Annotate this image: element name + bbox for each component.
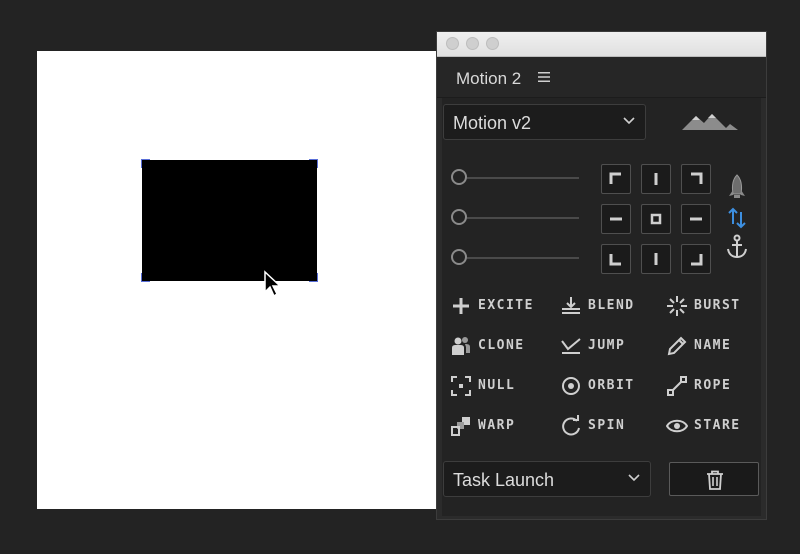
hamburger-menu-icon[interactable] bbox=[538, 71, 550, 83]
anchor-top-left-button[interactable] bbox=[601, 164, 631, 194]
slider-track[interactable] bbox=[467, 217, 579, 219]
task-select-value: Task Launch bbox=[453, 470, 555, 490]
vertical-bar-icon bbox=[654, 173, 658, 185]
anchor-top-right-button[interactable] bbox=[681, 164, 711, 194]
task-select[interactable]: Task Launch bbox=[443, 461, 651, 497]
preset-select-value: Motion v2 bbox=[453, 113, 532, 133]
tool-label: JUMP bbox=[588, 338, 626, 353]
slider-knob[interactable] bbox=[451, 209, 467, 225]
tool-excite[interactable]: EXCITE bbox=[450, 294, 550, 318]
selection-handle-top-right[interactable] bbox=[309, 159, 318, 168]
delete-button[interactable] bbox=[669, 462, 759, 496]
chevron-down-icon bbox=[623, 117, 635, 125]
corner-top-right-icon bbox=[691, 172, 703, 184]
spin-icon bbox=[562, 415, 580, 436]
center-square-icon bbox=[650, 213, 662, 225]
tool-label: BURST bbox=[694, 298, 741, 313]
horizontal-bar-icon bbox=[610, 217, 622, 221]
tool-label: BLEND bbox=[588, 298, 635, 313]
tool-label: ROPE bbox=[694, 378, 732, 393]
warp-icon bbox=[451, 417, 470, 436]
tool-label: ORBIT bbox=[588, 378, 635, 393]
slider-track[interactable] bbox=[467, 177, 579, 179]
tool-label: SPIN bbox=[588, 418, 626, 433]
slider-1[interactable] bbox=[451, 169, 591, 189]
tool-rope[interactable]: ROPE bbox=[666, 374, 766, 398]
corner-top-left-icon bbox=[609, 172, 621, 184]
preset-select[interactable]: Motion v2 bbox=[443, 104, 646, 140]
slider-track[interactable] bbox=[467, 257, 579, 259]
close-window-button[interactable] bbox=[446, 37, 459, 50]
slider-2[interactable] bbox=[451, 209, 591, 229]
tool-spin[interactable]: SPIN bbox=[560, 414, 660, 438]
minimize-window-button[interactable] bbox=[466, 37, 479, 50]
mountains-icon[interactable] bbox=[682, 110, 738, 132]
tool-stare[interactable]: STARE bbox=[666, 414, 766, 438]
tool-label: WARP bbox=[478, 418, 516, 433]
window-titlebar[interactable] bbox=[437, 32, 766, 57]
trash-icon bbox=[707, 470, 723, 490]
blend-icon bbox=[562, 297, 580, 314]
tool-jump[interactable]: JUMP bbox=[560, 334, 660, 358]
slider-knob[interactable] bbox=[451, 249, 467, 265]
anchor-bottom-right-button[interactable] bbox=[681, 244, 711, 274]
jump-icon bbox=[561, 338, 581, 354]
tool-null[interactable]: NULL bbox=[450, 374, 550, 398]
anchor-top-center-button[interactable] bbox=[641, 164, 671, 194]
tool-name[interactable]: NAME bbox=[666, 334, 766, 358]
plus-icon bbox=[453, 298, 469, 314]
anchor-middle-left-button[interactable] bbox=[601, 204, 631, 234]
tool-blend[interactable]: BLEND bbox=[560, 294, 660, 318]
anchor-center-button[interactable] bbox=[641, 204, 671, 234]
rocket-icon[interactable] bbox=[726, 174, 748, 202]
mouse-cursor-icon bbox=[264, 270, 282, 298]
chevron-down-icon bbox=[628, 474, 640, 482]
corner-bottom-right-icon bbox=[691, 254, 703, 266]
pencil-icon bbox=[667, 336, 687, 356]
eye-icon bbox=[666, 419, 688, 433]
slider-knob[interactable] bbox=[451, 169, 467, 185]
tool-warp[interactable]: WARP bbox=[450, 414, 550, 438]
panel-header: Motion 2 bbox=[437, 57, 766, 98]
tool-label: CLONE bbox=[478, 338, 525, 353]
vertical-bar-icon bbox=[654, 253, 658, 265]
anchor-icon[interactable] bbox=[725, 234, 749, 260]
motion2-panel: Motion 2 Motion v2 EXCITE BLEND BURST CL… bbox=[436, 31, 767, 520]
tool-label: NULL bbox=[478, 378, 516, 393]
anchor-middle-right-button[interactable] bbox=[681, 204, 711, 234]
anchor-bottom-center-button[interactable] bbox=[641, 244, 671, 274]
panel-title: Motion 2 bbox=[456, 69, 522, 88]
rope-icon bbox=[667, 376, 687, 396]
orbit-icon bbox=[562, 377, 580, 395]
horizontal-bar-icon bbox=[690, 217, 702, 221]
selected-shape-layer[interactable] bbox=[141, 159, 318, 282]
tool-clone[interactable]: CLONE bbox=[450, 334, 550, 358]
corner-bottom-left-icon bbox=[609, 254, 621, 266]
swap-arrows-icon[interactable] bbox=[727, 206, 747, 230]
tool-orbit[interactable]: ORBIT bbox=[560, 374, 660, 398]
slider-3[interactable] bbox=[451, 249, 591, 269]
selection-handle-bottom-left[interactable] bbox=[141, 273, 150, 282]
tool-label: NAME bbox=[694, 338, 732, 353]
anchor-bottom-left-button[interactable] bbox=[601, 244, 631, 274]
clone-icon bbox=[452, 337, 470, 355]
null-icon bbox=[451, 376, 471, 396]
zoom-window-button[interactable] bbox=[486, 37, 499, 50]
selection-handle-top-left[interactable] bbox=[141, 159, 150, 168]
selection-handle-bottom-right[interactable] bbox=[309, 273, 318, 282]
burst-icon bbox=[667, 296, 687, 316]
tool-label: EXCITE bbox=[478, 298, 534, 313]
panel-content: Motion v2 EXCITE BLEND BURST CLONE JUMP … bbox=[442, 98, 761, 516]
tool-label: STARE bbox=[694, 418, 741, 433]
tool-burst[interactable]: BURST bbox=[666, 294, 766, 318]
